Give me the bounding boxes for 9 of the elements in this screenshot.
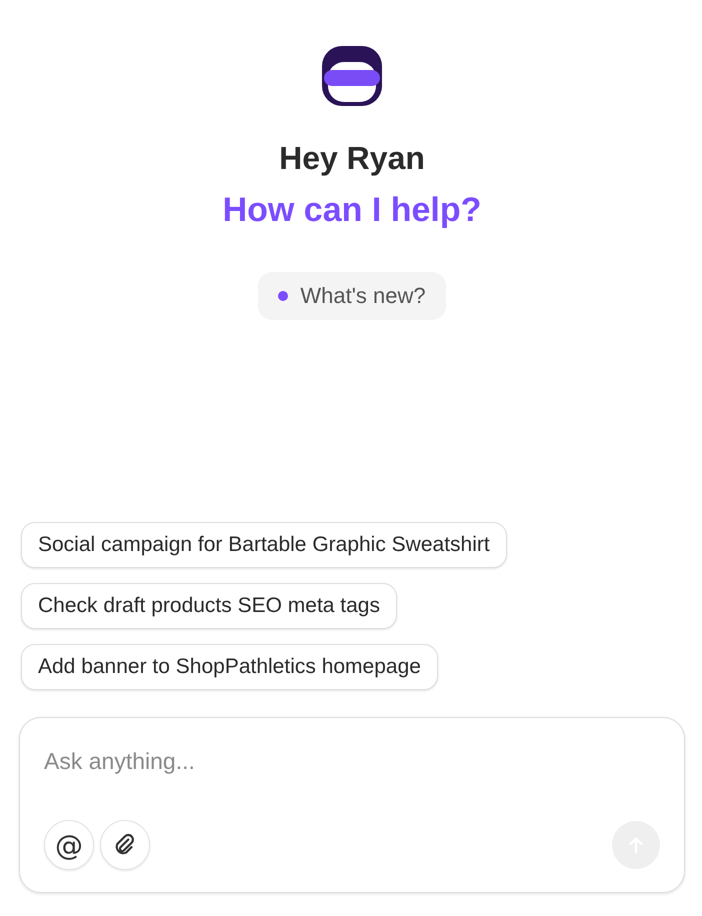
headline: How can I help? bbox=[222, 191, 482, 230]
mention-button[interactable]: @ bbox=[44, 820, 94, 870]
message-input[interactable]: Ask anything... bbox=[44, 748, 660, 775]
suggestion-chip[interactable]: Check draft products SEO meta tags bbox=[21, 583, 397, 629]
whats-new-button[interactable]: What's new? bbox=[258, 272, 446, 320]
attach-button[interactable] bbox=[100, 820, 150, 870]
suggestion-chip[interactable]: Social campaign for Bartable Graphic Sweatshirt bbox=[21, 522, 507, 568]
suggestion-chip[interactable]: Add banner to ShopPathletics homepage bbox=[21, 644, 438, 690]
greeting: Hey Ryan bbox=[279, 140, 425, 177]
